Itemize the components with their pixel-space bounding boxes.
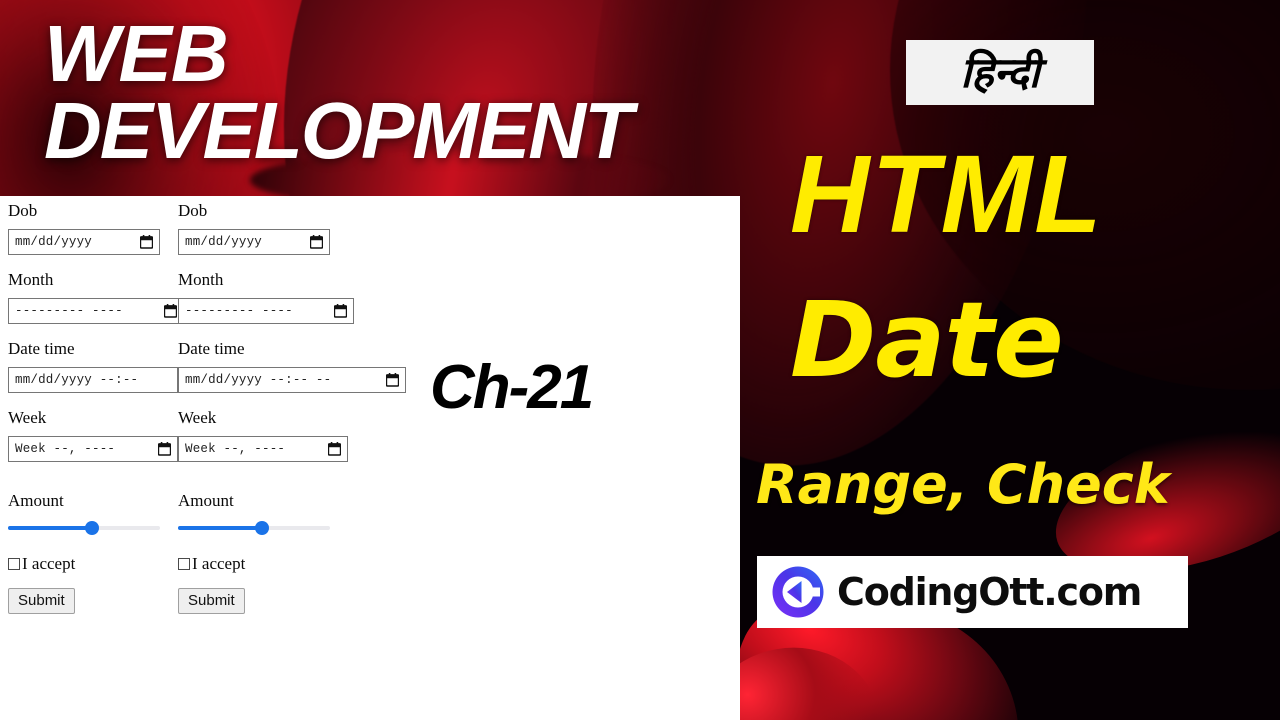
hindi-language-badge: हिन्दी — [906, 40, 1094, 105]
slider-thumb[interactable] — [254, 521, 269, 535]
form-column-b: Dob mm/dd/yyyy Month --------- ---- Date… — [170, 196, 406, 614]
label-dob-b: Dob — [178, 201, 208, 220]
brand-logo-badge: CodingOtt.com — [757, 556, 1188, 628]
month-input-b-value: --------- ---- — [185, 304, 293, 318]
headline-line-1: WEB — [44, 9, 229, 98]
label-datetime-b: Date time — [178, 339, 245, 358]
tagline-range-check: Range, Check — [756, 453, 1170, 516]
week-input-a-value: Week --, ---- — [15, 442, 116, 456]
chapter-badge: Ch-21 — [430, 353, 594, 422]
accept-label-a: I accept — [22, 554, 76, 573]
date-input-dob-a[interactable]: mm/dd/yyyy — [8, 229, 160, 255]
calendar-icon[interactable] — [140, 235, 153, 249]
accept-label-b: I accept — [192, 554, 246, 573]
hindi-language-label: हिन्दी — [960, 47, 1040, 97]
submit-button-b[interactable]: Submit — [178, 588, 245, 614]
subtitle-date: Date — [790, 279, 1064, 401]
month-input-b[interactable]: --------- ---- — [178, 298, 354, 324]
range-slider-amount-b[interactable] — [178, 519, 330, 537]
calendar-icon[interactable] — [334, 304, 347, 318]
slider-fill — [178, 526, 262, 530]
month-input-a[interactable]: --------- ---- — [8, 298, 184, 324]
browser-form-panel: Dob mm/dd/yyyy Month --------- ---- Date… — [0, 196, 740, 720]
slider-thumb[interactable] — [84, 521, 99, 535]
brand-logo-text: CodingOtt.com — [837, 570, 1142, 614]
datetime-input-b[interactable]: mm/dd/yyyy --:-- -- — [178, 367, 406, 393]
calendar-icon[interactable] — [328, 442, 341, 456]
label-datetime-a: Date time — [8, 339, 75, 358]
accept-checkbox-b[interactable] — [178, 557, 190, 570]
date-input-dob-b-value: mm/dd/yyyy — [185, 235, 263, 249]
datetime-input-a-value: mm/dd/yyyy --:-- — [15, 373, 139, 387]
label-month-b: Month — [178, 270, 224, 289]
calendar-icon[interactable] — [386, 373, 399, 387]
form-columns: Dob mm/dd/yyyy Month --------- ---- Date… — [0, 196, 406, 614]
week-input-a[interactable]: Week --, ---- — [8, 436, 178, 462]
datetime-input-b-value: mm/dd/yyyy --:-- -- — [185, 373, 332, 387]
headline-line-2: DEVELOPMENT — [44, 85, 633, 175]
logo-svg — [772, 566, 824, 618]
codingott-logo-icon — [771, 565, 825, 619]
label-amount-a: Amount — [8, 491, 64, 510]
accept-checkbox-a[interactable] — [8, 557, 20, 570]
checkbox-row-a[interactable]: I accept — [8, 555, 170, 572]
label-month-a: Month — [8, 270, 54, 289]
video-thumbnail: WEB DEVELOPMENT Dob mm/dd/yyyy Month ---… — [0, 0, 1280, 720]
checkbox-row-b[interactable]: I accept — [178, 555, 400, 572]
label-week-a: Week — [8, 408, 47, 427]
date-input-dob-b[interactable]: mm/dd/yyyy — [178, 229, 330, 255]
submit-button-a[interactable]: Submit — [8, 588, 75, 614]
range-slider-amount-a[interactable] — [8, 519, 160, 537]
calendar-icon[interactable] — [310, 235, 323, 249]
headline-web-development: WEB DEVELOPMENT — [44, 9, 804, 175]
week-input-b-value: Week --, ---- — [185, 442, 286, 456]
form-column-a: Dob mm/dd/yyyy Month --------- ---- Date… — [0, 196, 184, 614]
month-input-a-value: --------- ---- — [15, 304, 123, 318]
slider-fill — [8, 526, 92, 530]
title-html: HTML — [790, 133, 1104, 256]
label-amount-b: Amount — [178, 491, 234, 510]
datetime-input-a[interactable]: mm/dd/yyyy --:-- — [8, 367, 178, 393]
date-input-dob-a-value: mm/dd/yyyy — [15, 235, 93, 249]
week-input-b[interactable]: Week --, ---- — [178, 436, 348, 462]
label-week-b: Week — [178, 408, 217, 427]
label-dob-a: Dob — [8, 201, 38, 220]
